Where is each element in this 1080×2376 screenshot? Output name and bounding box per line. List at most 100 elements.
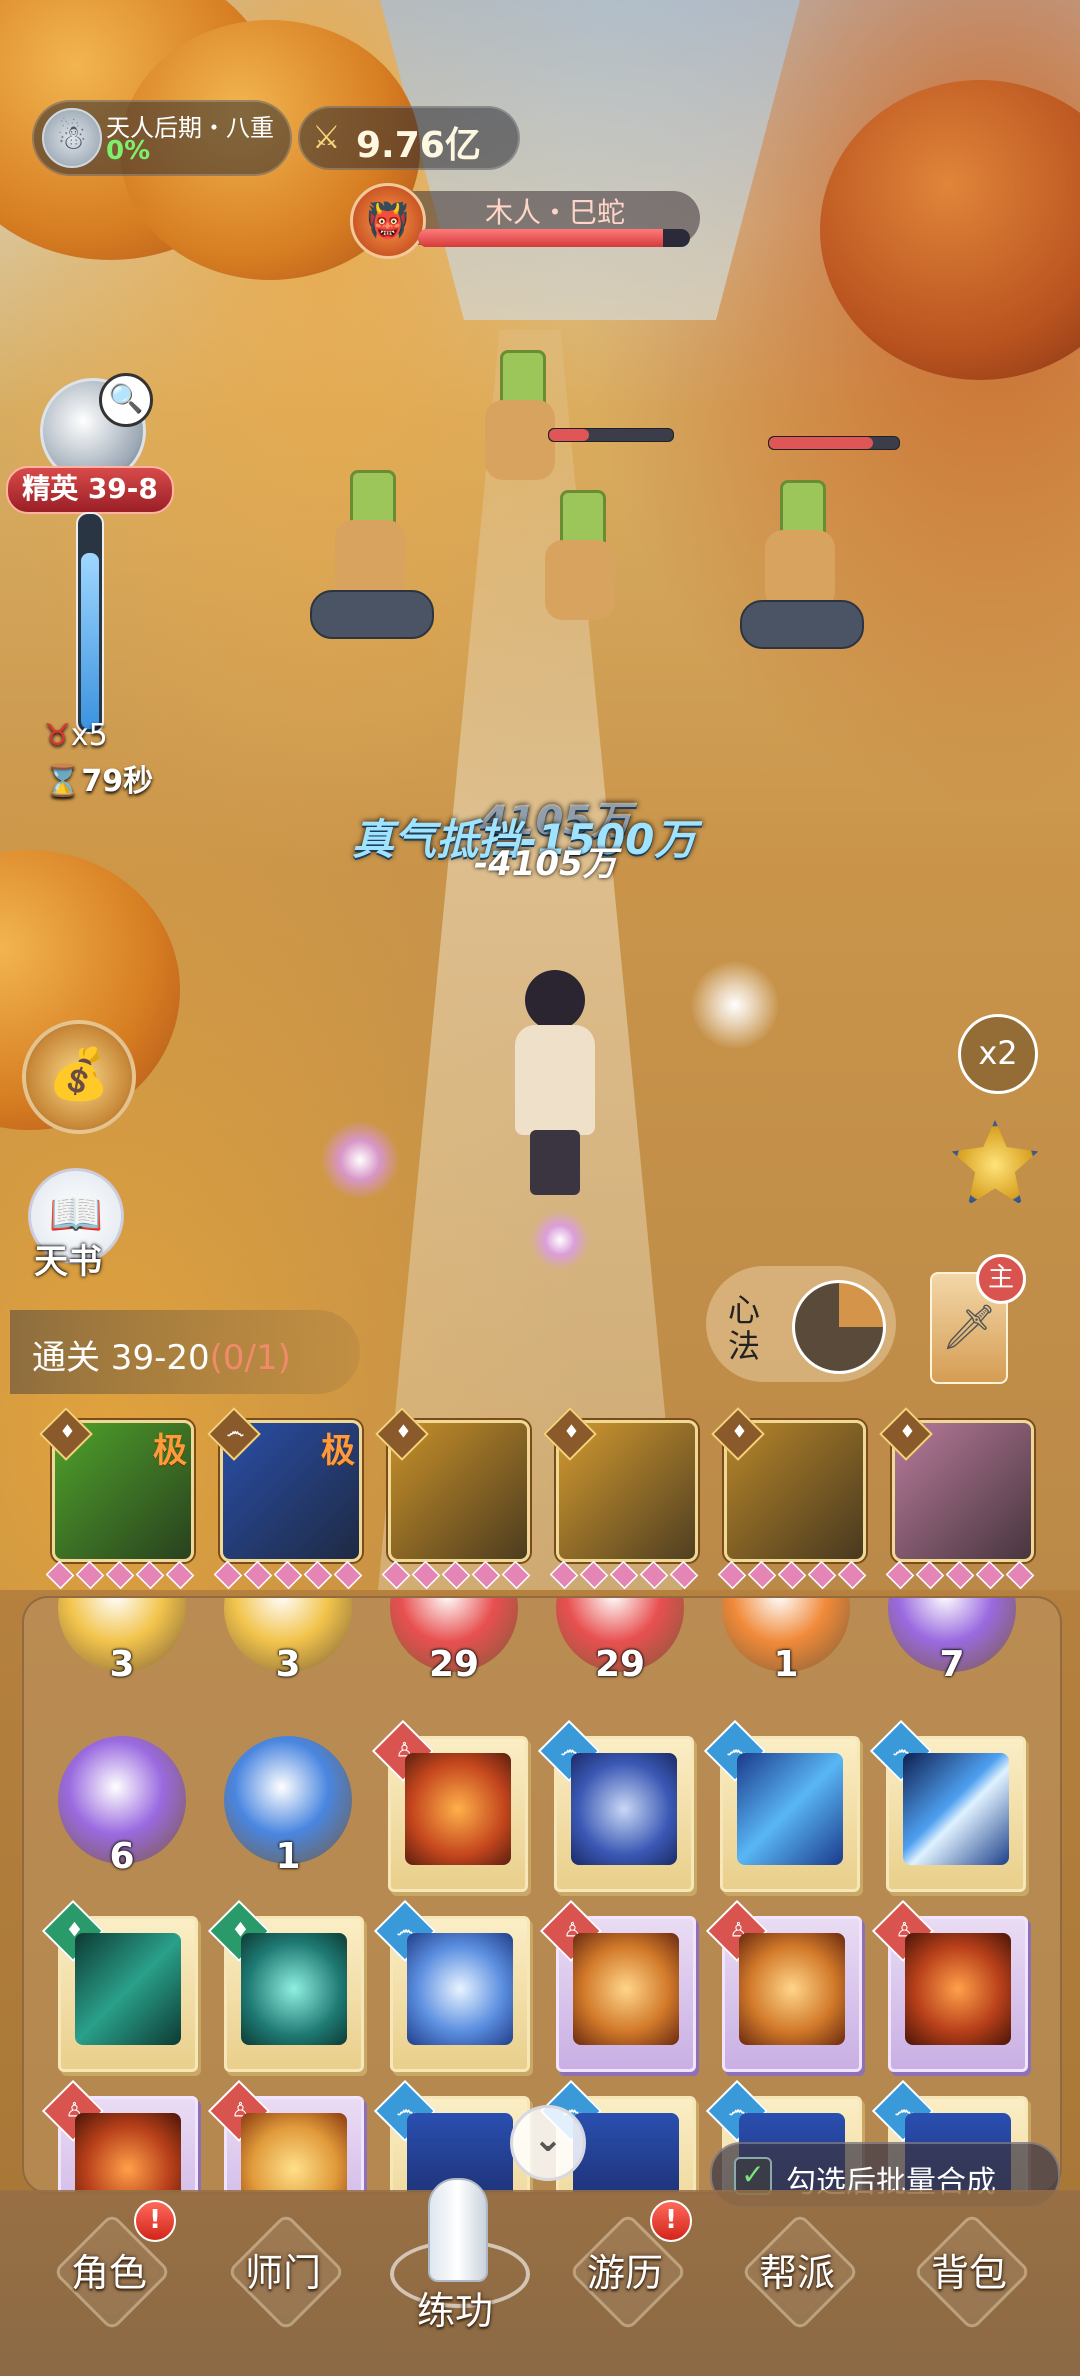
chain-skill-art xyxy=(75,1933,181,2045)
pip-icon xyxy=(747,1560,777,1590)
skill-card[interactable]: ෴ xyxy=(703,1719,860,1892)
skill-slot[interactable]: ♦ xyxy=(879,1407,1034,1562)
star-pips xyxy=(544,1560,704,1590)
fragment-orb[interactable]: 7 xyxy=(888,1598,1016,1685)
pip-icon xyxy=(273,1560,303,1590)
spirit-light xyxy=(530,1210,590,1270)
fragment-orb[interactable]: 29 xyxy=(390,1598,518,1685)
fragment-orb[interactable]: 1 xyxy=(224,1736,352,1877)
pip-icon xyxy=(441,1560,471,1590)
bottom-nav: 角色 ! 师门 练功 游历 ! 帮派 背包 xyxy=(0,2178,1080,2376)
pip-icon xyxy=(975,1560,1005,1590)
tab-sect[interactable]: 师门 xyxy=(198,2190,368,2376)
main-weapon-button[interactable]: 🗡 主 xyxy=(930,1254,1026,1384)
wooden-dummy-enemy[interactable] xyxy=(740,480,864,650)
boss-name: 木人・巳蛇 xyxy=(484,196,625,229)
star-pips xyxy=(712,1560,872,1590)
star-pips xyxy=(376,1560,536,1590)
realm-panel[interactable]: ☃ 天人后期・八重 0% xyxy=(32,100,292,176)
water-skill-art xyxy=(573,2113,679,2192)
skill-card[interactable]: ♦ xyxy=(41,1899,198,2072)
fragment-orb[interactable]: 3 xyxy=(224,1598,352,1685)
orb-count: 6 xyxy=(109,1836,135,1877)
fragment-orb[interactable]: 6 xyxy=(58,1736,186,1877)
boss-hp-bar xyxy=(418,229,690,247)
money-bag-icon: 💰 xyxy=(47,1045,111,1103)
star-pips xyxy=(880,1560,1040,1590)
skill-slot[interactable]: ෴ 极 xyxy=(207,1407,362,1562)
skill-slot[interactable]: ♦ 极 xyxy=(39,1407,194,1562)
fire-skill-art xyxy=(905,1933,1011,2045)
heaven-book-label: 天书 xyxy=(34,1242,102,1282)
pip-icon xyxy=(837,1560,867,1590)
wooden-dummy-enemy[interactable] xyxy=(310,470,434,640)
pip-icon xyxy=(885,1560,915,1590)
skill-card[interactable]: ♙ xyxy=(371,1719,528,1892)
fragment-orb[interactable]: 1 xyxy=(722,1598,850,1685)
skill-card[interactable]: ♙ xyxy=(705,1899,862,2072)
skill-card[interactable]: ෴ xyxy=(537,1719,694,1892)
pip-icon xyxy=(915,1560,945,1590)
combat-power-panel[interactable]: ⚔ 9.76亿 xyxy=(298,106,520,170)
hourglass-icon: ⌛ xyxy=(44,764,82,799)
pip-icon xyxy=(135,1560,165,1590)
skill-inventory: 3 3 29 29 1 7 6 1 ♙ ෴ ෴ ෴ ♦ ♦ ෴ ♙ ♙ ♙ ♙ ♙ ෴ xyxy=(22,1596,1062,2194)
skill-card[interactable]: ♙ xyxy=(207,2079,364,2192)
pip-icon xyxy=(609,1560,639,1590)
enemy-hp-bar xyxy=(768,436,900,450)
pip-icon xyxy=(165,1560,195,1590)
skill-slot[interactable]: ♦ xyxy=(711,1407,866,1562)
fragment-orb[interactable]: 3 xyxy=(58,1598,186,1685)
buddha-skill-art xyxy=(405,1753,511,1865)
stage-timer: ⌛79秒 xyxy=(44,764,154,799)
magnifier-icon[interactable]: 🔍 xyxy=(99,373,153,427)
skill-card[interactable]: ෴ xyxy=(869,1719,1026,1892)
skill-card[interactable]: ♙ xyxy=(41,2079,198,2192)
collapse-chevron-icon[interactable]: ⌄ xyxy=(510,2105,586,2181)
pip-icon xyxy=(1005,1560,1035,1590)
wooden-dummy-enemy[interactable] xyxy=(520,490,640,660)
flame-skill-art xyxy=(241,2113,347,2192)
speed-button[interactable]: x2 xyxy=(958,1014,1038,1094)
orb-count: 1 xyxy=(773,1644,799,1685)
fragment-orb[interactable]: 29 xyxy=(556,1598,684,1685)
lightning-skill-art xyxy=(903,1753,1009,1865)
spirit-light xyxy=(320,1120,400,1200)
skill-slot[interactable]: ♦ xyxy=(375,1407,530,1562)
tab-guild[interactable]: 帮派 xyxy=(712,2190,882,2376)
loot-bag-button[interactable]: 💰 xyxy=(22,1020,136,1134)
xinfa-button[interactable]: 心法 xyxy=(706,1266,896,1382)
pip-icon xyxy=(243,1560,273,1590)
realm-progress: 0% xyxy=(106,136,151,166)
tab-training[interactable]: 练功 xyxy=(370,2178,540,2376)
pip-icon xyxy=(945,1560,975,1590)
orb-count: 3 xyxy=(109,1644,135,1685)
tab-backpack[interactable]: 背包 xyxy=(884,2190,1054,2376)
pip-icon xyxy=(381,1560,411,1590)
kill-counter: ♉x5 xyxy=(44,718,108,753)
stage-progress: 通关 39-20(0/1) xyxy=(10,1310,360,1394)
tab-travel[interactable]: 游历 ! xyxy=(540,2190,710,2376)
orb-count: 3 xyxy=(275,1644,301,1685)
pip-icon xyxy=(717,1560,747,1590)
star-pips xyxy=(208,1560,368,1590)
skill-card[interactable]: ෴ xyxy=(373,1899,530,2072)
tab-character[interactable]: 角色 ! xyxy=(24,2190,194,2376)
enemy-hp-bar xyxy=(548,428,674,442)
skill-slot[interactable]: ♦ xyxy=(543,1407,698,1562)
skill-card[interactable]: ♙ xyxy=(539,1899,696,2072)
combat-power-value: 9.76亿 xyxy=(356,125,481,166)
boss-panel: 👹 木人・巳蛇 xyxy=(350,183,700,259)
player-character xyxy=(500,970,610,1200)
pip-icon xyxy=(105,1560,135,1590)
yin-yang-skill-art xyxy=(571,1753,677,1865)
grade-label: 极 xyxy=(153,1431,187,1471)
pip-icon xyxy=(501,1560,531,1590)
fist-skill-art xyxy=(739,1933,845,2045)
star-pips xyxy=(40,1560,200,1590)
skill-card[interactable]: ♙ xyxy=(871,1899,1028,2072)
alert-badge: ! xyxy=(650,2200,692,2242)
orb-count: 7 xyxy=(939,1644,965,1685)
skill-card[interactable]: ♦ xyxy=(207,1899,364,2072)
autumn-tree xyxy=(820,80,1080,380)
